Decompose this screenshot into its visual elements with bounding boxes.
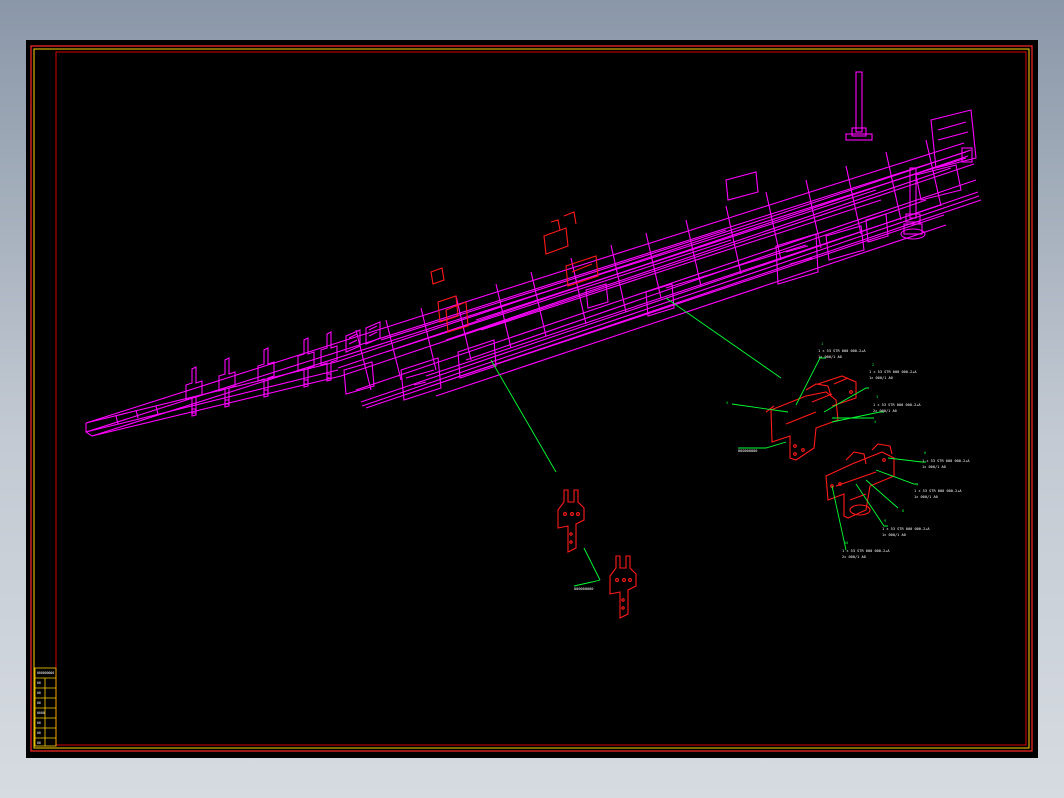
callout-b4-tag: 9 bbox=[884, 519, 886, 523]
callout-a2-line2: 1× 000/1 A0 bbox=[869, 376, 893, 380]
callout-b1-line2: 1× 000/1 A0 bbox=[922, 465, 946, 469]
callout-a-left-tag: 5 bbox=[726, 401, 728, 405]
callout-b1-line1: 1 × 53 STR 000 000-2+A bbox=[922, 459, 970, 463]
callout-a3-line2: 2× 000/1 A0 bbox=[873, 409, 897, 413]
callout-a2-line1: 1 × 53 STR 000 000-2+A bbox=[869, 370, 917, 374]
title-block-row-2: 00 bbox=[37, 681, 41, 685]
callout-c-label: 000000000 bbox=[574, 587, 593, 591]
leader-lines bbox=[490, 297, 782, 473]
callout-b1-tag: 6 bbox=[924, 451, 926, 455]
callout-a4-tag: 4 bbox=[874, 420, 876, 424]
title-block-row-6: 00 bbox=[37, 721, 41, 725]
outer-border bbox=[30, 45, 1033, 752]
callout-a3-line1: 1 × 53 STR 000 000-2+A bbox=[873, 403, 921, 407]
callout-b4-line1: 1 × 53 STR 000 000-2+A bbox=[882, 527, 930, 531]
cad-drawing: 1 1 × 53 STR 000 000-2+A 1× 000/1 A0 2 1… bbox=[30, 45, 1033, 752]
title-block-row-7: 00 bbox=[37, 731, 41, 735]
callout-a1-line1: 1 × 53 STR 000 000-2+A bbox=[818, 349, 866, 353]
callout-b5-line2: 2× 000/1 A0 bbox=[842, 555, 866, 559]
title-block: 000000000 00 00 00 0000 00 00 00 bbox=[34, 667, 57, 747]
title-block-row-1: 000000000 bbox=[37, 671, 54, 675]
callout-a-bottom: 000000000 bbox=[738, 449, 757, 453]
title-block-row-4: 00 bbox=[37, 701, 41, 705]
callout-b5-tag: 10 bbox=[844, 541, 848, 545]
title-block-row-5: 0000 bbox=[37, 711, 45, 715]
title-block-row-3: 00 bbox=[37, 691, 41, 695]
callout-b2-tag: 7 bbox=[916, 483, 918, 487]
callout-b2-line1: 1 × 53 STR 000 000-2+A bbox=[914, 489, 962, 493]
cad-viewport[interactable]: 1 1 × 53 STR 000 000-2+A 1× 000/1 A0 2 1… bbox=[26, 40, 1038, 758]
callout-a2-tag: 2 bbox=[872, 363, 874, 367]
detail-group-c: 000000000 bbox=[557, 489, 637, 619]
callout-b5-line1: 1 × 53 STR 000 000-2+A bbox=[842, 549, 890, 553]
title-block-row-8: 00 bbox=[37, 741, 41, 745]
callout-a1-tag: 1 bbox=[821, 342, 823, 346]
detail-group-b: 6 1 × 53 STR 000 000-2+A 1× 000/1 A0 7 1… bbox=[825, 443, 970, 559]
inner-border bbox=[33, 48, 1030, 749]
callout-b2-line2: 1× 000/1 A0 bbox=[914, 495, 938, 499]
drawing-border bbox=[55, 51, 1027, 746]
frame-assembly bbox=[85, 71, 982, 437]
callout-a3-tag: 3 bbox=[876, 395, 878, 399]
callout-b3-tag: 8 bbox=[902, 509, 904, 513]
callout-a1-line2: 1× 000/1 A0 bbox=[818, 355, 842, 359]
callout-b4-line2: 1× 000/1 A0 bbox=[882, 533, 906, 537]
